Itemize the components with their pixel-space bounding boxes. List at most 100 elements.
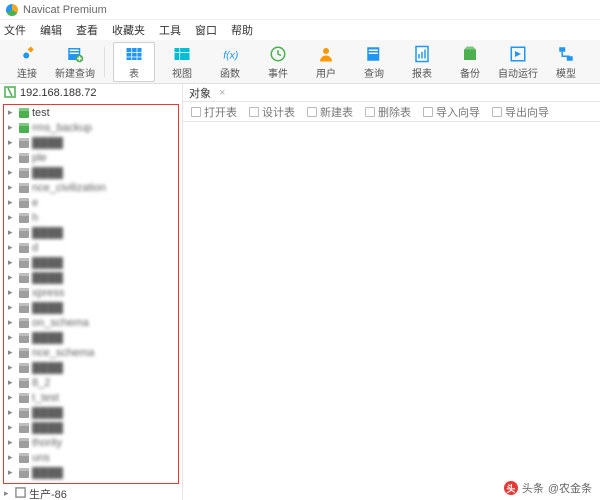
backup-icon	[460, 44, 480, 64]
objbar-icon	[249, 107, 259, 117]
menu-2[interactable]: 查看	[76, 22, 98, 38]
toolbar-connect[interactable]: 连接	[6, 42, 48, 82]
database-node[interactable]: ▸e	[4, 195, 178, 210]
toolbar-label: 连接	[17, 65, 37, 80]
objbar-3[interactable]: 删除表	[365, 104, 411, 120]
menu-1[interactable]: 编辑	[40, 22, 62, 38]
database-node[interactable]: ▸8_2	[4, 375, 178, 390]
database-icon	[19, 288, 29, 298]
database-node[interactable]: ▸████	[4, 270, 178, 285]
connection-icon	[4, 86, 16, 101]
expand-icon: ▸	[8, 272, 16, 283]
database-node[interactable]: ▸████	[4, 420, 178, 435]
expand-icon: ▸	[8, 362, 16, 373]
connect-icon	[17, 44, 37, 64]
database-node[interactable]: ▸nce_civilization	[4, 180, 178, 195]
connection-node[interactable]: 192.168.188.72	[0, 84, 182, 102]
svg-text:f(x): f(x)	[223, 49, 238, 61]
tab-objects[interactable]: 对象	[189, 85, 211, 101]
database-label: ████	[32, 332, 63, 344]
database-node[interactable]: ▸uns	[4, 450, 178, 465]
database-node[interactable]: ▸ ████	[4, 360, 178, 375]
report-icon	[412, 44, 432, 64]
objbar-2[interactable]: 新建表	[307, 104, 353, 120]
database-label: ████	[32, 227, 63, 239]
toolbar-view[interactable]: 视图	[161, 42, 203, 82]
database-label: ████	[32, 407, 63, 419]
database-node[interactable]: ▸ ple	[4, 150, 178, 165]
toolbar-user[interactable]: 用户	[305, 42, 347, 82]
objbar-1[interactable]: 设计表	[249, 104, 295, 120]
database-node[interactable]: ▸████	[4, 330, 178, 345]
menu-bar: 文件编辑查看收藏夹工具窗口帮助	[0, 20, 600, 40]
toolbar-backup[interactable]: 备份	[449, 42, 491, 82]
tab-close-icon[interactable]: ×	[219, 87, 225, 99]
database-icon	[19, 453, 29, 463]
toolbar-label: 查询	[364, 65, 384, 80]
database-label: on_schema	[32, 317, 89, 329]
database-node[interactable]: ▸on_schema	[4, 315, 178, 330]
expand-icon: ▸	[8, 122, 16, 133]
watermark-logo-icon: 头	[504, 481, 518, 495]
toolbar-label: 用户	[316, 65, 336, 80]
menu-0[interactable]: 文件	[4, 22, 26, 38]
expand-icon: ▸	[8, 437, 16, 448]
toolbar-automation[interactable]: 自动运行	[497, 42, 539, 82]
extra-connection-node[interactable]: ▸ 生产-86	[0, 486, 182, 500]
toolbar-report[interactable]: 报表	[401, 42, 443, 82]
function-icon: f(x)	[220, 44, 240, 64]
database-node[interactable]: ▸test	[4, 105, 178, 120]
database-icon	[19, 138, 29, 148]
database-label: xpress	[32, 287, 64, 299]
expand-icon: ▸	[8, 242, 16, 253]
toolbar-label: 视图	[172, 65, 192, 80]
database-label: test	[32, 107, 50, 119]
database-node[interactable]: ▸████	[4, 300, 178, 315]
database-label: ████	[32, 362, 63, 374]
database-node[interactable]: ▸d	[4, 240, 178, 255]
toolbar-query[interactable]: 查询	[353, 42, 395, 82]
menu-5[interactable]: 窗口	[195, 22, 217, 38]
database-node[interactable]: ▸████	[4, 405, 178, 420]
toolbar-model[interactable]: 模型	[545, 42, 587, 82]
object-toolbar: 打开表设计表新建表删除表导入向导导出向导	[183, 102, 600, 122]
objbar-4[interactable]: 导入向导	[423, 104, 480, 120]
database-node[interactable]: ▸ rms_backup	[4, 120, 178, 135]
main-toolbar: 连接 新建查询表视图 f(x)函数事件用户 查询 报表备份自动运行模型	[0, 40, 600, 84]
database-node[interactable]: ▸nce_schema	[4, 345, 178, 360]
database-node[interactable]: ▸h	[4, 210, 178, 225]
toolbar-function[interactable]: f(x)函数	[209, 42, 251, 82]
watermark-author: @农金条	[548, 480, 592, 496]
database-label: rms_backup	[32, 122, 92, 134]
expand-icon: ▸	[8, 452, 16, 463]
database-label: ple	[32, 152, 47, 164]
object-list[interactable]	[183, 122, 600, 500]
toolbar-table[interactable]: 表	[113, 42, 155, 82]
database-label: ████	[32, 422, 63, 434]
toolbar-new-query[interactable]: 新建查询	[54, 42, 96, 82]
database-label: 8_2	[32, 377, 50, 389]
database-node[interactable]: ▸thority	[4, 435, 178, 450]
database-label: d	[32, 242, 38, 254]
expand-icon: ▸	[8, 167, 16, 178]
database-node[interactable]: ▸xpress	[4, 285, 178, 300]
database-node[interactable]: ▸████	[4, 255, 178, 270]
database-node[interactable]: ▸████	[4, 465, 178, 480]
expand-icon: ▸	[8, 152, 16, 163]
database-node[interactable]: ▸████	[4, 135, 178, 150]
menu-6[interactable]: 帮助	[231, 22, 253, 38]
database-node[interactable]: ▸ ████	[4, 225, 178, 240]
database-node[interactable]: ▸t_test	[4, 390, 178, 405]
query-icon	[364, 44, 384, 64]
menu-4[interactable]: 工具	[159, 22, 181, 38]
user-icon	[316, 44, 336, 64]
watermark-label: 头条	[522, 480, 544, 496]
expand-icon: ▸	[8, 227, 16, 238]
database-node[interactable]: ▸████	[4, 165, 178, 180]
menu-3[interactable]: 收藏夹	[112, 22, 145, 38]
objbar-0[interactable]: 打开表	[191, 104, 237, 120]
toolbar-label: 自动运行	[498, 65, 538, 80]
database-icon	[19, 213, 29, 223]
objbar-5[interactable]: 导出向导	[492, 104, 549, 120]
toolbar-event[interactable]: 事件	[257, 42, 299, 82]
